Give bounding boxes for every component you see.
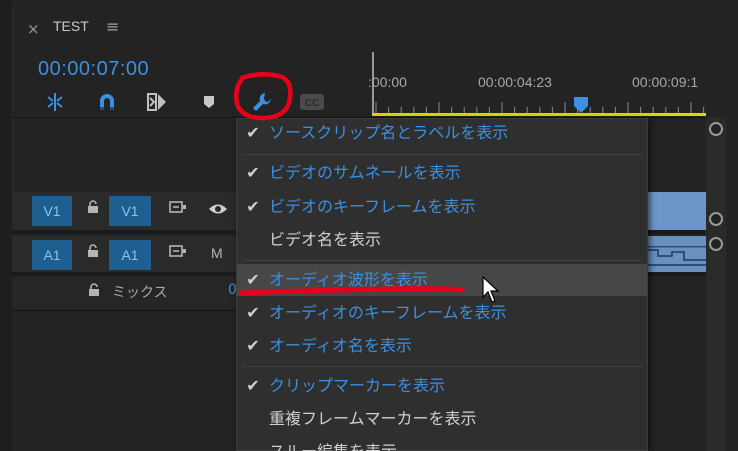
menu-item-show-audio-names[interactable]: ✔ オーディオ名を表示 (237, 330, 647, 362)
lock-icon[interactable] (87, 200, 99, 218)
annotation-underline (238, 286, 465, 296)
lock-icon[interactable] (88, 282, 100, 301)
scroll-handle-icon[interactable] (709, 237, 723, 251)
menu-separator (243, 366, 641, 367)
work-area-bar[interactable] (372, 113, 706, 116)
video-track-header: V1 V1 (12, 192, 237, 230)
snap-in-sequence-icon[interactable] (42, 90, 68, 114)
captions-icon[interactable]: CC (298, 90, 326, 114)
menu-item-show-through-edits[interactable]: スルー編集を表示 (237, 436, 647, 451)
audio-track-header: A1 A1 M (12, 236, 237, 274)
playhead-marker[interactable] (572, 96, 590, 114)
menu-item-show-source-clip-name[interactable]: ✔ ソースクリップ名とラベルを表示 (237, 117, 647, 149)
vertical-scrollbar[interactable] (706, 117, 726, 451)
source-patch-v1[interactable]: V1 (32, 196, 72, 226)
scroll-handle-icon[interactable] (709, 122, 723, 136)
video-clip[interactable] (648, 192, 706, 230)
annotation-circle (234, 72, 293, 121)
left-edge-strip (0, 0, 12, 451)
tab-title[interactable]: TEST (53, 18, 89, 34)
menu-item-show-duplicate-frame-markers[interactable]: 重複フレームマーカーを表示 (237, 403, 647, 435)
checkmark-icon: ✔ (246, 376, 260, 395)
audio-clip[interactable] (648, 236, 706, 272)
menu-item-show-audio-keyframes[interactable]: ✔ オーディオのキーフレームを表示 (237, 297, 647, 329)
ruler-label: 00:00:04:23 (478, 74, 552, 90)
menu-item-show-video-keyframes[interactable]: ✔ ビデオのキーフレームを表示 (237, 191, 647, 223)
sync-lock-icon[interactable] (169, 244, 187, 262)
panel-menu-icon[interactable]: ≡ (106, 18, 119, 36)
menu-separator (243, 154, 641, 155)
time-ruler-ticks[interactable] (372, 100, 706, 114)
mouse-cursor-icon (482, 276, 500, 303)
target-track-v1[interactable]: V1 (109, 196, 151, 226)
eye-icon[interactable] (208, 202, 228, 220)
sync-lock-icon[interactable] (169, 200, 187, 218)
lock-icon[interactable] (87, 244, 99, 262)
empty-track-area (12, 311, 237, 451)
checkmark-icon: ✔ (246, 163, 260, 182)
menu-separator (243, 260, 641, 261)
checkmark-icon: ✔ (246, 197, 260, 216)
linked-selection-icon[interactable] (144, 90, 170, 114)
checkmark-icon: ✔ (246, 336, 260, 355)
checkmark-icon: ✔ (246, 303, 260, 322)
playhead-timecode[interactable]: 00:00:07:00 (38, 58, 149, 81)
tab-close-icon[interactable]: × (27, 20, 40, 38)
mix-track-label: ミックス (112, 285, 168, 301)
scroll-handle-icon[interactable] (709, 212, 723, 226)
mute-track-button[interactable]: M (211, 245, 223, 261)
menu-item-show-video-names[interactable]: ビデオ名を表示 (237, 224, 647, 256)
menu-item-show-video-thumbnails[interactable]: ✔ ビデオのサムネールを表示 (237, 157, 647, 189)
captions-label: CC (305, 98, 319, 109)
magnet-snap-icon[interactable] (94, 90, 120, 114)
ruler-label: 00:00:09:1 (632, 74, 699, 90)
ruler-label: :00:00 (368, 74, 407, 90)
menu-item-show-clip-markers[interactable]: ✔ クリップマーカーを表示 (237, 370, 647, 402)
source-patch-a1[interactable]: A1 (32, 240, 72, 270)
add-marker-icon[interactable] (198, 90, 220, 114)
target-track-a1[interactable]: A1 (109, 240, 151, 270)
